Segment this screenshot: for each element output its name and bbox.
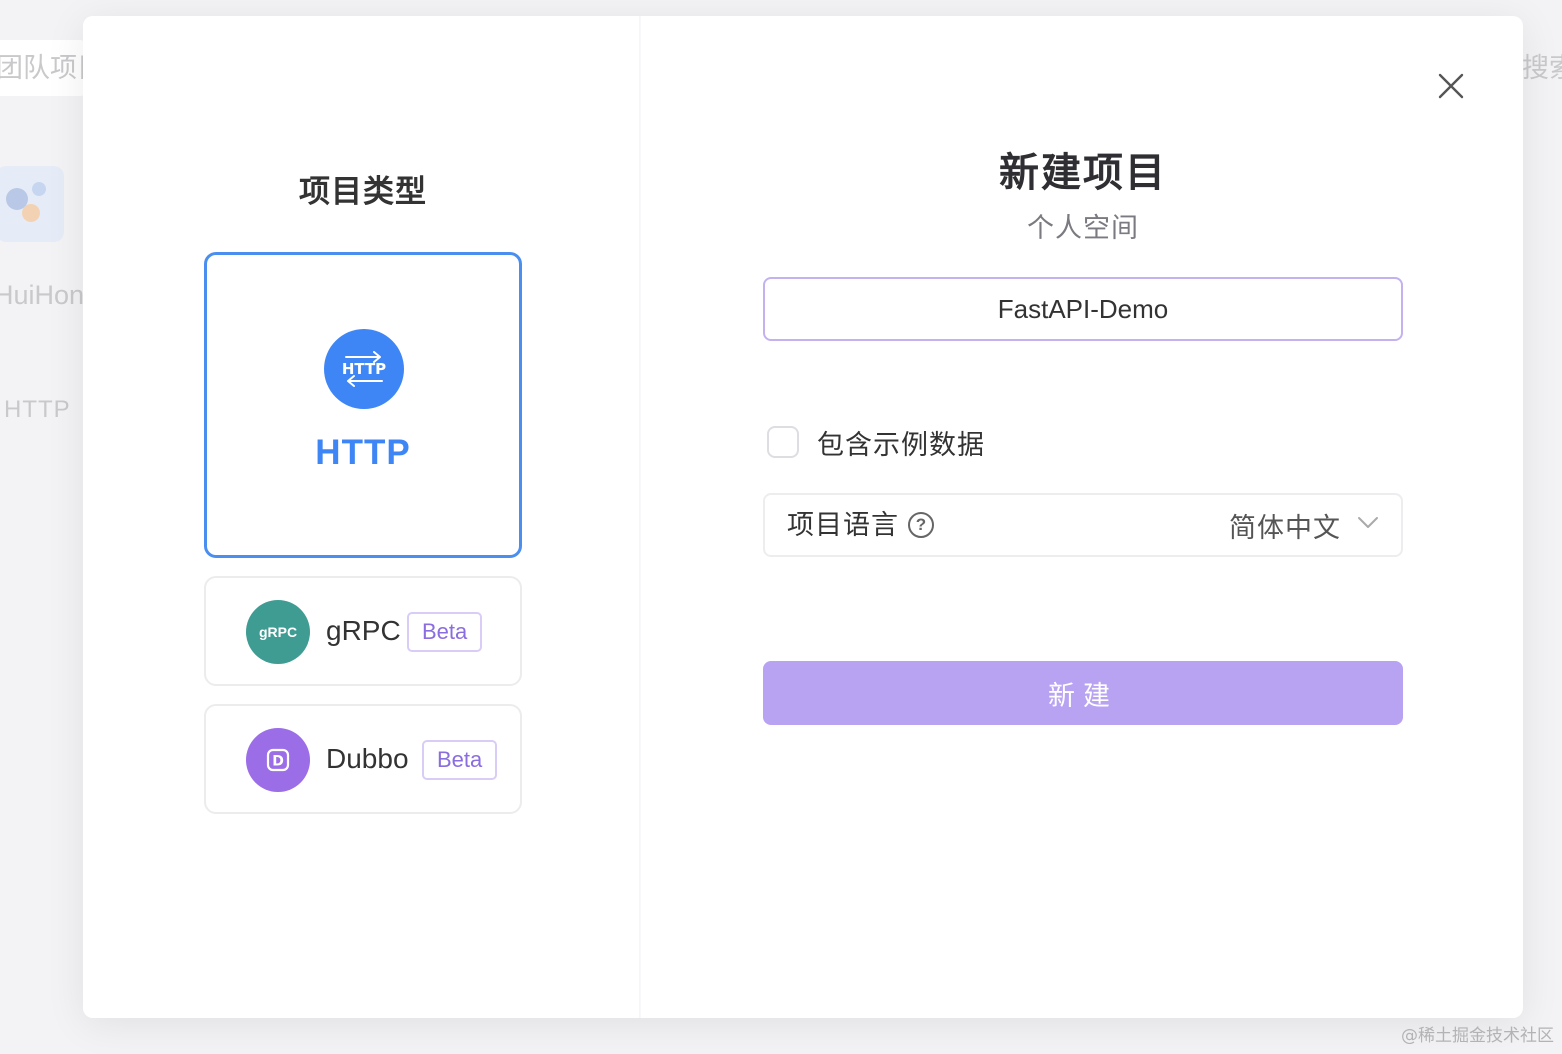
- type-label-dubbo: Dubbo: [326, 743, 409, 774]
- type-card-http[interactable]: HTTP HTTP: [204, 252, 522, 558]
- bg-search: 搜索: [1522, 53, 1562, 83]
- include-sample-data-option[interactable]: 包含示例数据: [767, 420, 985, 464]
- beta-badge: Beta: [407, 612, 483, 652]
- type-card-grpc[interactable]: gRPC gRPC Beta: [204, 576, 522, 686]
- type-card-dubbo[interactable]: D Dubbo Beta: [204, 704, 522, 814]
- project-type-title: 项目类型: [299, 174, 427, 209]
- include-sample-data-label: 包含示例数据: [817, 429, 985, 460]
- language-selected-value: 简体中文: [1229, 512, 1341, 543]
- panel-divider: [639, 16, 641, 1018]
- project-type-panel: 项目类型 HTTP HTTP gRPC gRPC Beta D Dubbo Be…: [83, 16, 639, 1018]
- bg-project-type: HTTP: [4, 396, 71, 423]
- workspace-subtitle: 个人空间: [1027, 213, 1139, 243]
- project-language-label: 项目语言: [787, 510, 899, 540]
- include-sample-data-checkbox[interactable]: [767, 426, 799, 458]
- type-label-http: HTTP: [315, 433, 411, 472]
- language-select[interactable]: 简体中文: [1229, 495, 1379, 555]
- bg-project-name: HuiHong: [0, 280, 84, 310]
- dubbo-icon: D: [246, 728, 310, 792]
- project-language-row: 项目语言 ? 简体中文: [763, 493, 1403, 557]
- http-icon: HTTP: [324, 329, 404, 409]
- bg-project-avatar: [0, 166, 64, 242]
- close-icon[interactable]: [1433, 68, 1469, 104]
- help-icon[interactable]: ?: [908, 512, 934, 538]
- svg-text:D: D: [272, 754, 284, 770]
- chevron-down-icon: [1357, 516, 1379, 535]
- create-button[interactable]: 新建: [763, 661, 1403, 725]
- beta-badge: Beta: [422, 740, 498, 780]
- svg-text:HTTP: HTTP: [342, 360, 386, 378]
- grpc-icon: gRPC: [246, 600, 310, 664]
- project-name-input[interactable]: [763, 277, 1403, 341]
- new-project-modal: 项目类型 HTTP HTTP gRPC gRPC Beta D Dubbo Be…: [83, 16, 1523, 1018]
- modal-title: 新建项目: [999, 151, 1167, 195]
- watermark: @稀土掘金技术社区: [1401, 1026, 1554, 1046]
- bg-team-projects-tab: 团队项目: [0, 40, 86, 96]
- type-label-grpc: gRPC: [326, 615, 401, 646]
